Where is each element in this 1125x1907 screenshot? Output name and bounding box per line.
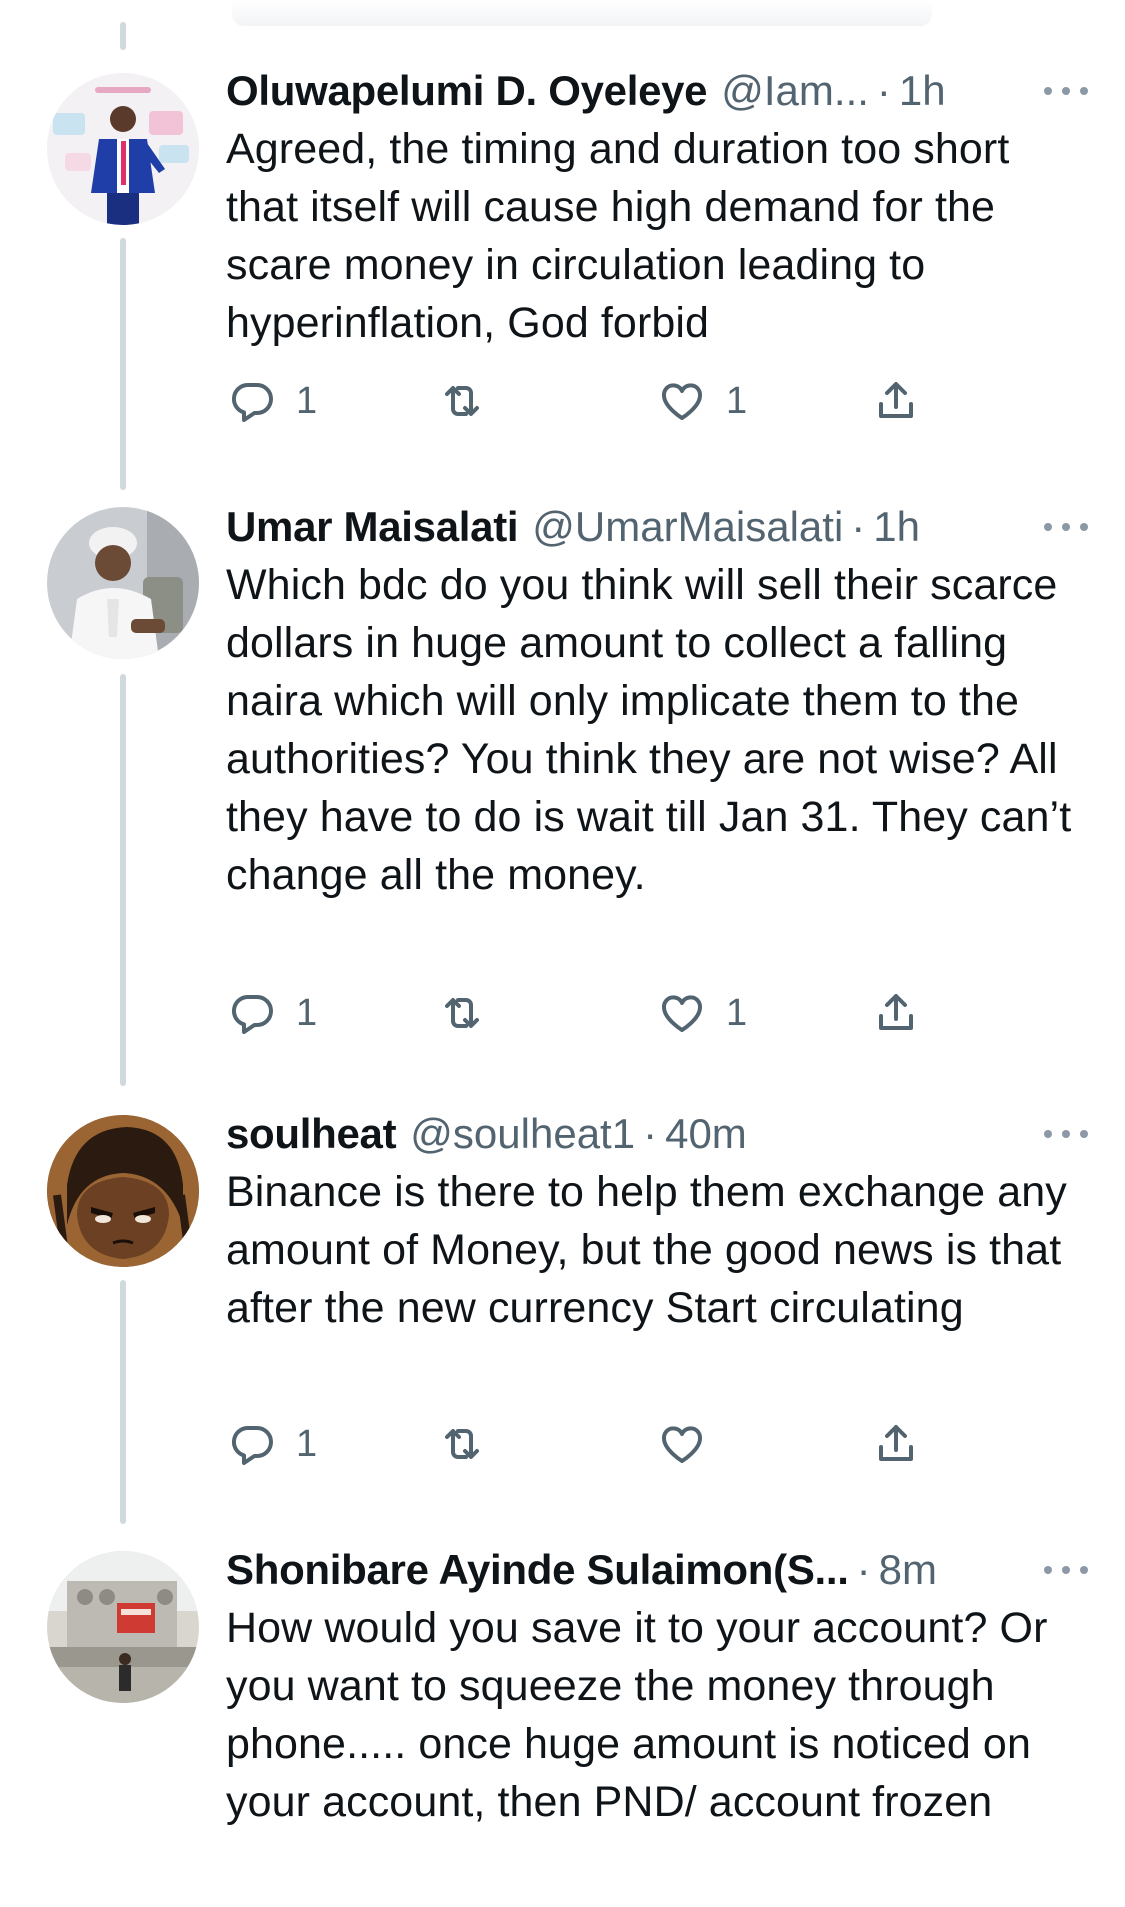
tweet-header: Shonibare Ayinde Sulaimon(S... · 8m <box>226 1541 1086 1599</box>
author-name[interactable]: soulheat <box>226 1105 397 1163</box>
retweet-icon <box>445 998 479 1028</box>
reply-count: 1 <box>296 1422 318 1465</box>
avatar-image <box>47 1551 199 1703</box>
more-icon[interactable] <box>1044 76 1088 106</box>
tweet-actions: 1 <box>226 1414 1086 1474</box>
avatar[interactable] <box>47 1115 199 1267</box>
author-name[interactable]: Umar Maisalati <box>226 498 519 556</box>
tweet-actions: 1 1 <box>226 983 1086 1043</box>
separator-dot: · <box>643 1110 658 1157</box>
timestamp[interactable]: 1h <box>899 62 946 120</box>
author-handle[interactable]: @UmarMaisalati <box>532 498 843 556</box>
thread-line <box>120 238 126 490</box>
tweet-text: Binance is there to help them exchange a… <box>226 1168 1067 1332</box>
share-button[interactable] <box>872 1414 920 1474</box>
reply-icon <box>231 1426 273 1465</box>
reply-count: 1 <box>296 379 318 422</box>
like-count: 1 <box>726 991 748 1034</box>
more-icon[interactable] <box>1044 512 1088 542</box>
retweet-button[interactable] <box>438 983 506 1043</box>
author-handle[interactable]: @soulheat1 <box>410 1105 635 1163</box>
like-button[interactable]: 1 <box>658 983 747 1043</box>
author-handle[interactable]: @Iam... <box>721 62 869 120</box>
author-name[interactable]: Shonibare Ayinde Sulaimon(S... <box>226 1541 849 1599</box>
separator-dot: · <box>851 503 866 550</box>
separator-dot: · <box>876 67 891 114</box>
thread-line <box>120 674 126 1086</box>
more-icon[interactable] <box>1044 1119 1088 1149</box>
reply-count: 1 <box>296 991 318 1034</box>
heart-icon <box>662 1426 702 1463</box>
share-icon <box>879 382 913 418</box>
thread-line <box>120 1280 126 1524</box>
retweet-icon <box>445 1429 479 1459</box>
tweet-header: Umar Maisalati @UmarMaisalati · 1h <box>226 498 1086 556</box>
heart-icon <box>662 383 702 420</box>
retweet-icon <box>445 386 479 416</box>
timestamp[interactable]: 40m <box>665 1105 747 1163</box>
like-button[interactable] <box>658 1414 726 1474</box>
like-button[interactable]: 1 <box>658 371 747 431</box>
timestamp[interactable]: 1h <box>873 498 920 556</box>
avatar-image <box>47 73 199 225</box>
share-button[interactable] <box>872 371 920 431</box>
reply-button[interactable]: 1 <box>228 1414 317 1474</box>
retweet-button[interactable] <box>438 371 506 431</box>
reply-button[interactable]: 1 <box>228 983 317 1043</box>
separator-dot: · <box>856 1546 871 1593</box>
avatar[interactable] <box>47 73 199 225</box>
reply-icon <box>231 383 273 422</box>
timestamp[interactable]: 8m <box>879 1541 937 1599</box>
avatar[interactable] <box>47 1551 199 1703</box>
avatar-image <box>47 507 199 659</box>
share-icon <box>879 994 913 1030</box>
tweet-text: Which bdc do you think will sell their s… <box>226 561 1072 899</box>
share-button[interactable] <box>872 983 920 1043</box>
reply-icon <box>231 995 273 1034</box>
previous-tweet-edge <box>232 0 932 26</box>
more-icon[interactable] <box>1044 1555 1088 1585</box>
reply-button[interactable]: 1 <box>228 371 317 431</box>
tweet-text: Agreed, the timing and duration too shor… <box>226 125 1010 347</box>
tweet-header: Oluwapelumi D. Oyeleye @Iam... · 1h <box>226 62 1086 120</box>
retweet-button[interactable] <box>438 1414 506 1474</box>
tweet-actions: 1 1 <box>226 371 1086 431</box>
author-name[interactable]: Oluwapelumi D. Oyeleye <box>226 62 708 120</box>
tweet-text: How would you save it to your account? O… <box>226 1604 1048 1826</box>
thread-line <box>120 22 126 50</box>
tweet-header: soulheat @soulheat1 · 40m <box>226 1105 1086 1163</box>
like-count: 1 <box>726 379 748 422</box>
heart-icon <box>662 995 702 1032</box>
share-icon <box>879 1425 913 1461</box>
avatar-image <box>47 1115 199 1267</box>
avatar[interactable] <box>47 507 199 659</box>
